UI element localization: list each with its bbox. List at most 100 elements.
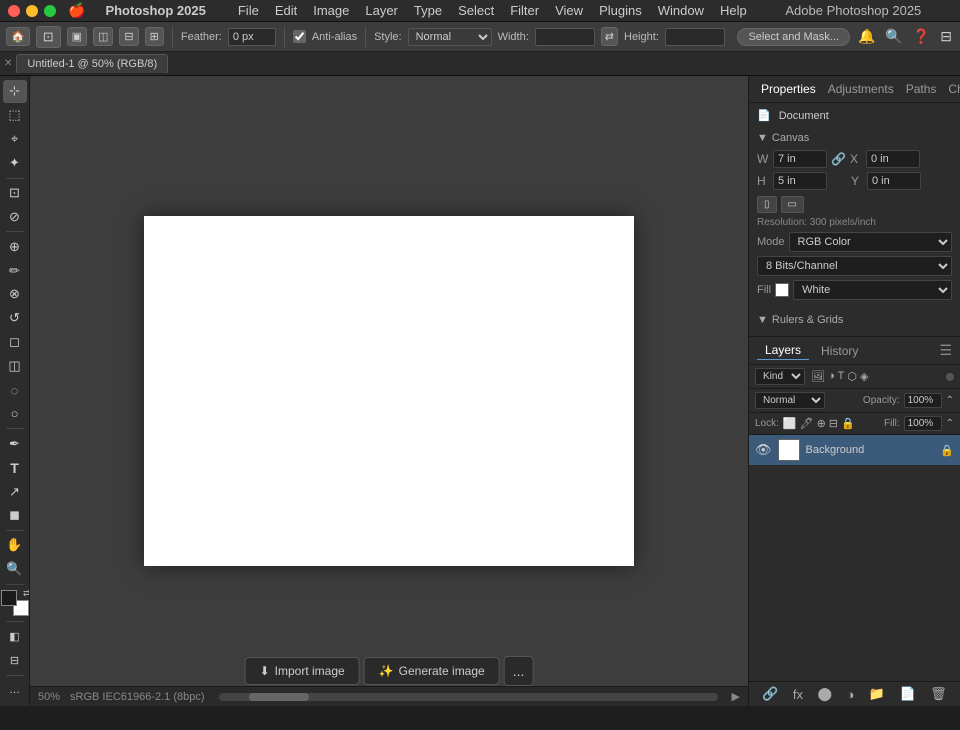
height-input[interactable] bbox=[665, 28, 725, 46]
scrollbar-thumb[interactable] bbox=[249, 693, 309, 701]
canvas-x-input[interactable] bbox=[866, 150, 920, 168]
rectangular-marquee-tool[interactable]: ⬚ bbox=[3, 104, 27, 127]
link-layers-icon[interactable]: 🔗 bbox=[762, 686, 778, 702]
horizontal-scrollbar[interactable] bbox=[219, 693, 718, 701]
type-layer-icon[interactable]: T bbox=[838, 370, 845, 383]
style-select[interactable]: Normal Fixed Ratio Fixed Size bbox=[408, 28, 492, 46]
close-tab-icon[interactable]: ✕ bbox=[4, 58, 12, 69]
move-tool[interactable]: ⊹ bbox=[3, 80, 27, 103]
import-image-button[interactable]: ⬇ Import image bbox=[245, 657, 360, 685]
menu-image[interactable]: Image bbox=[305, 1, 357, 20]
history-tab[interactable]: History bbox=[813, 342, 866, 360]
path-selection-tool[interactable]: ↗ bbox=[3, 480, 27, 503]
screen-mode-icon[interactable]: ⊟ bbox=[3, 649, 27, 672]
foreground-color-box[interactable] bbox=[1, 590, 17, 606]
lasso-tool[interactable]: ⌖ bbox=[3, 128, 27, 151]
bit-depth-select[interactable]: 8 Bits/Channel 16 Bits/Channel 32 Bits/C… bbox=[757, 256, 952, 276]
lock-artboard-icon[interactable]: ⊟ bbox=[829, 417, 838, 430]
select-mask-button[interactable]: Select and Mask... bbox=[737, 28, 850, 46]
more-options-button[interactable]: ... bbox=[504, 656, 534, 686]
home-button[interactable]: 🏠 bbox=[6, 27, 30, 46]
quick-mask-icon[interactable]: ◧ bbox=[3, 625, 27, 648]
dodge-tool[interactable]: ○ bbox=[3, 402, 27, 425]
new-group-icon[interactable]: 📁 bbox=[869, 686, 885, 702]
rulers-grids-header[interactable]: ▼ Rulers & Grids bbox=[757, 314, 952, 326]
gradient-tool[interactable]: ◫ bbox=[3, 355, 27, 378]
pen-tool[interactable]: ✒ bbox=[3, 432, 27, 455]
menu-edit[interactable]: Edit bbox=[267, 1, 305, 20]
pixel-layer-icon[interactable]: 🖼 bbox=[811, 370, 825, 383]
history-brush-tool[interactable]: ↺ bbox=[3, 307, 27, 330]
zoom-tool[interactable]: 🔍 bbox=[3, 558, 27, 581]
paths-tab[interactable]: Paths bbox=[902, 80, 941, 98]
link-dimensions-icon[interactable]: 🔗 bbox=[831, 152, 846, 166]
generate-image-button[interactable]: ✨ Generate image bbox=[364, 657, 500, 685]
lock-all-icon[interactable]: 🔒 bbox=[841, 417, 855, 430]
fill-scrubber[interactable]: ⌃ bbox=[946, 418, 954, 429]
anti-alias-checkbox[interactable] bbox=[293, 30, 306, 43]
landscape-button[interactable]: ▭ bbox=[781, 196, 804, 213]
portrait-button[interactable]: ▯ bbox=[757, 196, 777, 213]
canvas-height-input[interactable] bbox=[773, 172, 827, 190]
minimize-button[interactable] bbox=[26, 5, 38, 17]
workspace-icon[interactable]: ⊟ bbox=[938, 26, 954, 47]
hand-tool[interactable]: ✋ bbox=[3, 534, 27, 557]
app-name[interactable]: Photoshop 2025 bbox=[97, 1, 213, 20]
close-button[interactable] bbox=[8, 5, 20, 17]
canvas-width-input[interactable] bbox=[773, 150, 827, 168]
smart-object-icon[interactable]: ◈ bbox=[860, 370, 868, 383]
menu-view[interactable]: View bbox=[547, 1, 591, 20]
channels-tab[interactable]: Channels bbox=[944, 80, 960, 98]
delete-layer-icon[interactable]: 🗑 bbox=[930, 686, 947, 702]
search-icon[interactable]: 🔍 bbox=[883, 26, 904, 47]
layers-tab[interactable]: Layers bbox=[757, 341, 809, 360]
shape-layer-icon[interactable]: ⬡ bbox=[847, 370, 857, 383]
fill-color-swatch[interactable] bbox=[775, 283, 789, 297]
swap-dimensions-button[interactable]: ⇄ bbox=[601, 27, 618, 46]
layer-kind-select[interactable]: Kind bbox=[755, 368, 805, 385]
opacity-input[interactable] bbox=[904, 393, 942, 408]
fill-percent-input[interactable] bbox=[904, 416, 942, 431]
adjustment-layer-icon[interactable]: ◑ bbox=[828, 370, 835, 383]
help-icon[interactable]: ❓ bbox=[911, 26, 932, 47]
lock-transparent-icon[interactable]: ⬜ bbox=[783, 417, 797, 430]
canvas-flip-h-button[interactable]: ◫ bbox=[93, 27, 113, 46]
menu-filter[interactable]: Filter bbox=[502, 1, 547, 20]
maximize-button[interactable] bbox=[44, 5, 56, 17]
menu-layer[interactable]: Layer bbox=[357, 1, 406, 20]
color-selector[interactable]: ⇄ bbox=[1, 590, 29, 617]
new-layer-icon[interactable]: 📄 bbox=[900, 686, 916, 702]
adjustments-tab[interactable]: Adjustments bbox=[824, 80, 898, 98]
canvas-y-input[interactable] bbox=[867, 172, 921, 190]
magic-wand-tool[interactable]: ✦ bbox=[3, 152, 27, 175]
new-adjustment-icon[interactable]: ◑ bbox=[847, 687, 855, 702]
width-input[interactable] bbox=[535, 28, 595, 46]
canvas-rotate-button[interactable]: ▣ bbox=[67, 27, 87, 46]
clone-stamp-tool[interactable]: ⊗ bbox=[3, 283, 27, 306]
eraser-tool[interactable]: ◻ bbox=[3, 331, 27, 354]
menu-help[interactable]: Help bbox=[712, 1, 755, 20]
notification-icon[interactable]: 🔔 bbox=[856, 26, 877, 47]
canvas-fit-button[interactable]: ⊞ bbox=[145, 27, 164, 46]
more-tools-icon[interactable]: … bbox=[3, 679, 27, 702]
feather-input[interactable] bbox=[228, 28, 276, 46]
canvas-size-button[interactable]: ⊡ bbox=[36, 26, 61, 48]
layer-visibility-icon[interactable]: 👁 bbox=[755, 442, 772, 458]
type-tool[interactable]: T bbox=[3, 456, 27, 479]
properties-tab[interactable]: Properties bbox=[757, 80, 820, 98]
lock-position-icon[interactable]: ⊕ bbox=[817, 417, 826, 430]
shape-tool[interactable]: ◼ bbox=[3, 504, 27, 527]
swap-colors-icon[interactable]: ⇄ bbox=[23, 588, 30, 599]
brush-tool[interactable]: ✏ bbox=[3, 259, 27, 282]
lock-image-icon[interactable]: 🖊 bbox=[800, 417, 814, 430]
menu-window[interactable]: Window bbox=[650, 1, 712, 20]
fx-icon[interactable]: fx bbox=[793, 687, 803, 702]
document-tab[interactable]: Untitled-1 @ 50% (RGB/8) bbox=[16, 54, 168, 73]
crop-tool[interactable]: ⊡ bbox=[3, 182, 27, 205]
canvas-flip-v-button[interactable]: ⊟ bbox=[119, 27, 138, 46]
menu-type[interactable]: Type bbox=[406, 1, 450, 20]
healing-brush-tool[interactable]: ⊕ bbox=[3, 235, 27, 258]
fill-color-select[interactable]: White Black Background Color Transparent bbox=[793, 280, 952, 300]
color-mode-select[interactable]: RGB Color CMYK Color Grayscale bbox=[789, 232, 952, 252]
blur-tool[interactable]: ◌ bbox=[3, 379, 27, 402]
